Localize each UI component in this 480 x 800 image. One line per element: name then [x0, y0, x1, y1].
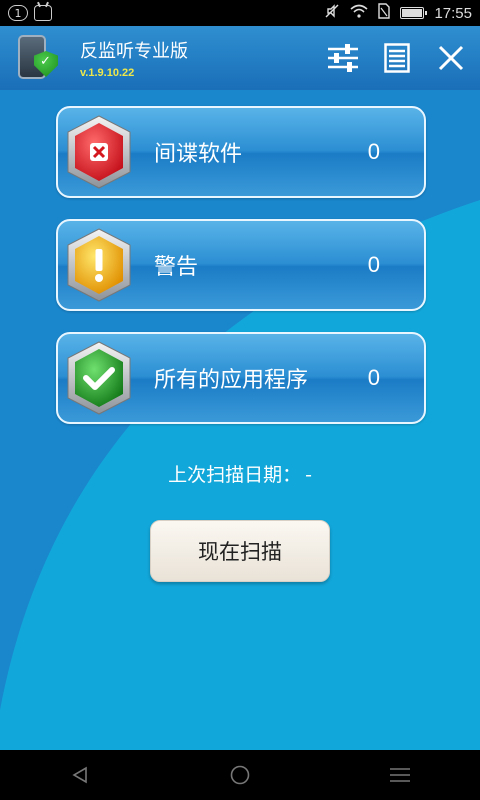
spyware-x-shield-icon — [67, 115, 131, 189]
sim-icon — [378, 3, 391, 23]
app-version: v.1.9.10.22 — [80, 67, 135, 79]
log-button[interactable] — [380, 41, 414, 75]
status-time: 17:55 — [434, 4, 472, 22]
notification-count-icon: 1 — [8, 5, 28, 21]
category-count: 0 — [367, 252, 380, 277]
navigation-bar — [0, 750, 480, 800]
home-icon — [230, 765, 250, 785]
wifi-icon — [350, 4, 368, 22]
main-content: 间谍软件 0 警告 0 所有的应用程序 0 上次扫描日期： - 现在扫描 — [0, 90, 480, 750]
category-label: 所有的应用程序 — [154, 368, 309, 393]
category-card-all-apps[interactable]: 所有的应用程序 0 — [56, 332, 426, 424]
log-list-icon — [384, 43, 410, 73]
close-button[interactable] — [434, 41, 468, 75]
mute-icon — [324, 3, 340, 23]
phone-shield-icon: ✓ — [14, 33, 62, 83]
battery-icon — [400, 7, 428, 19]
category-card-spyware[interactable]: 间谍软件 0 — [56, 106, 426, 198]
warning-exclaim-shield-icon — [67, 228, 131, 302]
back-icon — [72, 766, 87, 784]
last-scan-value: - — [305, 464, 312, 486]
close-icon — [438, 45, 464, 71]
android-icon — [34, 5, 52, 21]
safe-check-shield-icon — [67, 341, 131, 415]
last-scan-label: 上次扫描日期： — [168, 464, 302, 486]
scan-now-button[interactable]: 现在扫描 — [150, 520, 330, 582]
back-button[interactable] — [50, 755, 110, 795]
status-bar: 1 17:55 — [0, 0, 480, 26]
app-title: 反监听专业版 — [80, 41, 188, 62]
category-card-warning[interactable]: 警告 0 — [56, 219, 426, 311]
settings-button[interactable] — [326, 41, 360, 75]
home-button[interactable] — [210, 755, 270, 795]
menu-button[interactable] — [370, 755, 430, 795]
app-header: ✓ 反监听专业版 v.1.9.10.22 — [0, 26, 480, 90]
settings-sliders-icon — [328, 44, 358, 72]
last-scan-info: 上次扫描日期： - — [0, 460, 480, 487]
category-label: 间谍软件 — [154, 142, 243, 167]
category-count: 0 — [367, 139, 380, 164]
category-label: 警告 — [154, 255, 199, 280]
menu-icon — [390, 768, 410, 782]
category-count: 0 — [367, 365, 380, 390]
